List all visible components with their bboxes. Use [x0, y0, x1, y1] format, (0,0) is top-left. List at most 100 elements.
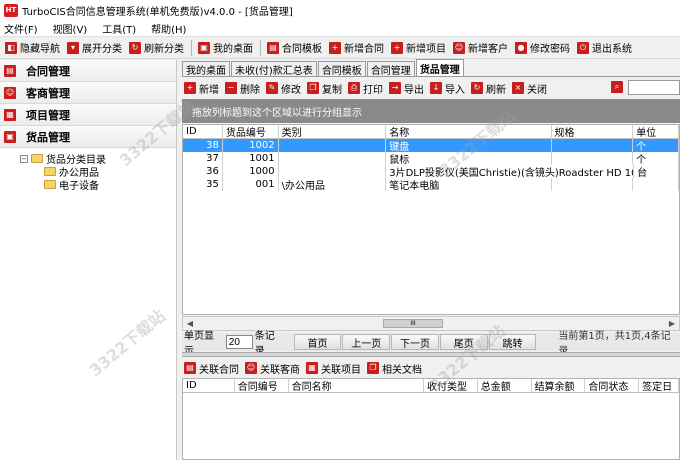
export-button[interactable]: → 导出: [389, 81, 424, 96]
goods-action-bar: + 新增 − 删除 ✎ 修改 ❐ 复制 ⎙ 打印 → 导出 ↓ 导入 ↻ 刷新 × 关闭 ⌕: [182, 78, 680, 98]
refresh-button[interactable]: ↻ 刷新: [471, 81, 506, 96]
related-customers-button[interactable]: ☺ 关联客商: [245, 361, 300, 376]
print-icon: ⎙: [348, 82, 360, 94]
related-documents-button[interactable]: ❐ 相关文档: [367, 361, 422, 376]
goods-icon: ▣: [4, 130, 16, 143]
exit-system-button[interactable]: ⏻ 退出系统: [574, 39, 635, 57]
my-desktop-button[interactable]: ▣ 我的桌面: [195, 39, 256, 57]
pagination-bar: 单页显示 条记录 首页 上一页 下一页 尾页 跳转 当前第1页，共1页,4条记录: [182, 331, 680, 357]
new-customer-icon: ☺: [453, 41, 465, 54]
add-icon: +: [184, 82, 196, 94]
tab-my-desktop[interactable]: 我的桌面: [182, 61, 230, 77]
edit-button[interactable]: ✎ 修改: [266, 81, 301, 96]
change-password-button[interactable]: ● 修改密码: [512, 39, 573, 57]
refresh-categories-button[interactable]: ↻ 刷新分类: [126, 39, 187, 57]
scroll-thumb[interactable]: III: [383, 319, 443, 328]
lock-icon: ●: [515, 41, 527, 54]
search-input[interactable]: [628, 80, 680, 95]
column-header-balance[interactable]: 结算余额: [532, 379, 586, 392]
column-header-spec[interactable]: 规格: [552, 125, 634, 138]
refresh-icon: ↻: [129, 41, 141, 54]
related-contracts-grid: ID 合同编号 合同名称 收付类型 总金额 结算余额 合同状态 签定日: [182, 378, 680, 460]
prev-page-button[interactable]: 上一页: [342, 334, 391, 350]
main-toolbar: ◧ 隐藏导航 ▾ 展开分类 ↻ 刷新分类 ▣ 我的桌面 ▤ 合同模板 + 新增合同 + 新增项…: [0, 37, 680, 59]
menu-file[interactable]: 文件(F): [4, 21, 38, 36]
menu-tools[interactable]: 工具(T): [102, 21, 136, 36]
folder-icon: [44, 167, 56, 176]
column-header-category[interactable]: 类别: [279, 125, 387, 138]
expand-icon: ▾: [67, 41, 79, 54]
column-header-sign-date[interactable]: 签定日: [639, 379, 679, 392]
copy-icon: ❐: [307, 82, 319, 94]
tab-contract-management[interactable]: 合同管理: [366, 61, 415, 77]
column-header-contract-name[interactable]: 合同名称: [289, 379, 424, 392]
title-bar: HT TurboCIS合同信息管理系统(单机免费版)v4.0.0 - [货品管理…: [0, 0, 680, 20]
related-action-bar: ▤ 关联合同 ☺ 关联客商 ▦ 关联项目 ❐ 相关文档: [182, 358, 680, 378]
nav-contract-management[interactable]: ▤ 合同管理: [0, 60, 176, 82]
new-customer-button[interactable]: ☺ 新增客户: [450, 39, 511, 57]
desktop-icon: ▣: [198, 41, 210, 54]
column-header-name[interactable]: 名称: [386, 125, 552, 138]
grid-header: ID 货品编号 类别 名称 规格 单位: [183, 125, 679, 139]
column-header-total-amount[interactable]: 总金额: [478, 379, 532, 392]
exit-icon: ⏻: [577, 41, 589, 54]
related-contracts-button[interactable]: ▤ 关联合同: [184, 361, 239, 376]
new-project-button[interactable]: + 新增项目: [388, 39, 449, 57]
last-page-button[interactable]: 尾页: [439, 334, 488, 350]
tree-node-electronics[interactable]: 电子设备: [44, 178, 176, 192]
jump-button[interactable]: 跳转: [488, 334, 537, 350]
toolbar-divider: [260, 39, 261, 56]
project-icon: ▦: [306, 362, 318, 374]
related-projects-button[interactable]: ▦ 关联项目: [306, 361, 361, 376]
column-header-unit[interactable]: 单位: [633, 125, 679, 138]
column-header-status[interactable]: 合同状态: [585, 379, 640, 392]
column-header-payment-type[interactable]: 收付类型: [424, 379, 478, 392]
tab-contract-template[interactable]: 合同模板: [317, 61, 366, 77]
delete-button[interactable]: − 删除: [225, 81, 260, 96]
tab-receivables-summary[interactable]: 未收(付)款汇总表: [231, 61, 317, 77]
import-icon: ↓: [430, 82, 442, 94]
table-row[interactable]: 38 1002 键盘 个: [183, 139, 679, 152]
column-header-id[interactable]: ID: [183, 125, 223, 138]
menu-help[interactable]: 帮助(H): [151, 21, 186, 36]
delete-icon: −: [225, 82, 237, 94]
next-page-button[interactable]: 下一页: [391, 334, 439, 350]
group-by-panel[interactable]: 拖放列标题到这个区域以进行分组显示: [182, 99, 680, 123]
column-header-contract-no[interactable]: 合同编号: [235, 379, 289, 392]
project-icon: ▦: [4, 108, 16, 121]
new-contract-button[interactable]: + 新增合同: [326, 39, 387, 57]
app-logo-icon: HT: [4, 3, 18, 17]
folder-icon: [31, 154, 43, 163]
contract-icon: ▤: [4, 64, 16, 77]
expand-categories-button[interactable]: ▾ 展开分类: [64, 39, 125, 57]
close-button[interactable]: × 关闭: [512, 81, 547, 96]
print-button[interactable]: ⎙ 打印: [348, 81, 383, 96]
nav-project-management[interactable]: ▦ 项目管理: [0, 104, 176, 126]
collapse-icon[interactable]: −: [20, 154, 28, 163]
table-row[interactable]: 36 1000 3片DLP投影仪(美国Christie)(含镜头)Roadste…: [183, 165, 679, 178]
copy-button[interactable]: ❐ 复制: [307, 81, 342, 96]
grid-header: ID 合同编号 合同名称 收付类型 总金额 结算余额 合同状态 签定日: [183, 379, 679, 393]
add-button[interactable]: + 新增: [184, 81, 219, 96]
search-icon[interactable]: ⌕: [611, 81, 623, 93]
import-button[interactable]: ↓ 导入: [430, 81, 465, 96]
hide-nav-button[interactable]: ◧ 隐藏导航: [2, 39, 63, 57]
navigation-sidebar: ▤ 合同管理 ☺ 客商管理 ▦ 项目管理 ▣ 货品管理 − 货品分类目录 办公用品 电子设…: [0, 60, 177, 460]
nav-customer-management[interactable]: ☺ 客商管理: [0, 82, 176, 104]
column-header-id[interactable]: ID: [183, 379, 235, 392]
customer-icon: ☺: [4, 86, 16, 99]
column-header-code[interactable]: 货品编号: [223, 125, 279, 138]
nav-goods-management[interactable]: ▣ 货品管理: [0, 126, 176, 148]
category-tree: − 货品分类目录 办公用品 电子设备: [0, 148, 176, 192]
table-row[interactable]: 37 1001 鼠标 个: [183, 152, 679, 165]
panel-splitter[interactable]: [182, 352, 680, 357]
page-size-input[interactable]: [225, 335, 253, 349]
menu-view[interactable]: 视图(V): [53, 21, 88, 36]
new-contract-icon: +: [329, 41, 341, 54]
first-page-button[interactable]: 首页: [293, 334, 342, 350]
table-row[interactable]: 35 001 \办公用品 笔记本电脑: [183, 178, 679, 191]
contract-template-button[interactable]: ▤ 合同模板: [264, 39, 325, 57]
tab-goods-management[interactable]: 货品管理: [415, 59, 464, 76]
edit-icon: ✎: [266, 82, 278, 94]
contract-icon: ▤: [184, 362, 196, 374]
